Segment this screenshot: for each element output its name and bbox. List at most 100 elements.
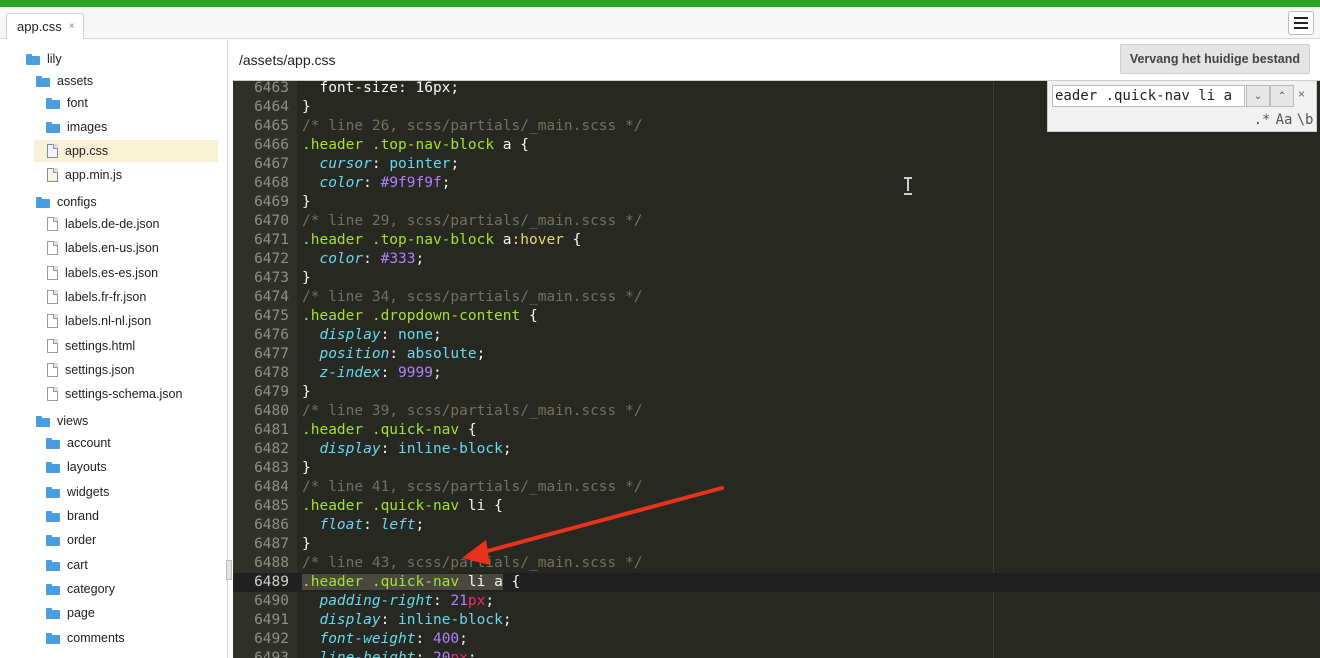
code-line[interactable]: 6487} xyxy=(233,535,1320,554)
code-line[interactable]: 6467 cursor: pointer; xyxy=(233,155,1320,174)
code-line[interactable]: 6483} xyxy=(233,459,1320,478)
regex-toggle[interactable]: .* xyxy=(1252,110,1272,130)
code-line[interactable]: 6471 .header .top-nav-block a:hover { xyxy=(233,231,1320,250)
code-line[interactable]: 6475 .header .dropdown-content { xyxy=(233,307,1320,326)
tree-item-label: settings-schema.json xyxy=(65,387,183,401)
line-number: 6472 xyxy=(254,251,289,267)
tree-item-label: comments xyxy=(67,631,125,645)
file-item[interactable]: labels.es-es.json xyxy=(47,262,158,284)
line-number: 6475 xyxy=(254,308,289,324)
code-token: : xyxy=(432,593,451,609)
code-line[interactable]: 6493 line-height: 20px; xyxy=(233,649,1320,658)
code-text: } xyxy=(302,269,311,288)
code-line[interactable]: 6480 /* line 39, scss/partials/_main.scss… xyxy=(233,402,1320,421)
code-line[interactable]: 6477 position: absolute; xyxy=(233,345,1320,364)
folder-item[interactable]: assets xyxy=(36,70,93,92)
hamburger-icon[interactable] xyxy=(1288,11,1314,35)
code-line[interactable]: 6468 color: #9f9f9f; xyxy=(233,174,1320,193)
code-token: /* line 39, scss/partials/_main.scss */ xyxy=(302,403,643,419)
line-number: 6480 xyxy=(254,403,289,419)
tree-item-label: assets xyxy=(57,74,94,88)
folder-item[interactable]: comments xyxy=(46,627,125,649)
file-item[interactable]: app.css xyxy=(34,140,218,162)
code-editor[interactable]: 6463 font-size: 16px; 6464} 6465 /* line 26… xyxy=(233,81,1320,658)
line-number: 6491 xyxy=(254,612,289,628)
folder-item[interactable]: widgets xyxy=(46,481,109,503)
code-token: a xyxy=(502,137,512,153)
code-line[interactable]: 6489 .header .quick-nav li a { xyxy=(233,573,1320,592)
line-number: 6485 xyxy=(254,498,289,514)
code-line[interactable]: 6476 display: none; xyxy=(233,326,1320,345)
folder-item[interactable]: cart xyxy=(46,554,88,576)
folder-item[interactable]: images xyxy=(46,116,107,138)
tab-label: app.css xyxy=(17,19,62,34)
file-item[interactable]: labels.nl-nl.json xyxy=(47,310,151,332)
code-token: /* line 41, scss/partials/_main.scss */ xyxy=(302,479,643,495)
file-item[interactable]: app.min.js xyxy=(47,164,122,186)
code-line[interactable]: 6481 .header .quick-nav { xyxy=(233,421,1320,440)
file-item[interactable]: settings-schema.json xyxy=(47,383,182,405)
folder-item[interactable]: account xyxy=(46,432,111,454)
tab-app-css[interactable]: app.css × xyxy=(6,13,84,39)
line-number: 6468 xyxy=(254,175,289,191)
file-item[interactable]: labels.en-us.json xyxy=(47,237,159,259)
code-text: font-size: 16px; xyxy=(302,81,459,98)
folder-icon xyxy=(46,559,60,571)
folder-item[interactable]: brand xyxy=(46,505,99,527)
line-number: 6489 xyxy=(254,574,289,590)
tab-close-icon[interactable]: × xyxy=(69,21,75,32)
line-number: 6483 xyxy=(254,460,289,476)
file-item[interactable]: labels.fr-fr.json xyxy=(47,286,146,308)
file-item[interactable]: labels.de-de.json xyxy=(47,213,160,235)
whole-word-toggle[interactable]: \b xyxy=(1295,110,1315,130)
folder-item[interactable]: page xyxy=(46,602,95,624)
code-line[interactable]: 6478 z-index: 9999; xyxy=(233,364,1320,383)
folder-item[interactable]: category xyxy=(46,578,115,600)
code-line[interactable]: 6488 /* line 43, scss/partials/_main.scss… xyxy=(233,554,1320,573)
replace-file-button[interactable]: Vervang het huidige bestand xyxy=(1119,44,1310,74)
code-line[interactable]: 6484 /* line 41, scss/partials/_main.scss… xyxy=(233,478,1320,497)
line-number: 6476 xyxy=(254,327,289,343)
code-line[interactable]: 6469} xyxy=(233,193,1320,212)
code-line[interactable]: 6486 float: left; xyxy=(233,516,1320,535)
code-token: .header .quick-nav xyxy=(302,422,460,438)
search-input[interactable]: eader .quick-nav li a xyxy=(1052,85,1245,107)
find-previous-icon[interactable]: ⌃ xyxy=(1270,85,1294,107)
code-line[interactable]: 6485 .header .quick-nav li { xyxy=(233,497,1320,516)
folder-item[interactable]: order xyxy=(46,529,96,551)
code-token: : xyxy=(380,365,399,381)
code-line[interactable]: 6479} xyxy=(233,383,1320,402)
code-line[interactable]: 6466 .header .top-nav-block a { xyxy=(233,136,1320,155)
folder-item[interactable]: font xyxy=(46,92,88,114)
file-item[interactable]: settings.html xyxy=(47,335,135,357)
code-line[interactable]: 6472 color: #333; xyxy=(233,250,1320,269)
folder-item[interactable]: layouts xyxy=(46,456,107,478)
folder-item[interactable]: lily xyxy=(26,48,62,70)
code-line[interactable]: 6482 display: inline-block; xyxy=(233,440,1320,459)
code-line[interactable]: 6470 /* line 29, scss/partials/_main.scss… xyxy=(233,212,1320,231)
code-token: } xyxy=(302,270,311,286)
search-close-icon[interactable]: × xyxy=(1298,87,1305,101)
find-next-icon[interactable]: ⌄ xyxy=(1246,85,1270,107)
code-text: z-index: 9999; xyxy=(302,364,441,383)
file-item[interactable]: settings.json xyxy=(47,359,134,381)
code-token: .header .top-nav-block xyxy=(302,137,503,153)
folder-item[interactable]: configs xyxy=(36,191,97,213)
code-text: } xyxy=(302,98,311,117)
code-line[interactable]: 6473} xyxy=(233,269,1320,288)
code-line[interactable]: 6474 /* line 34, scss/partials/_main.scss… xyxy=(233,288,1320,307)
code-line[interactable]: 6491 display: inline-block; xyxy=(233,611,1320,630)
line-number: 6477 xyxy=(254,346,289,362)
code-line[interactable]: 6490 padding-right: 21px; xyxy=(233,592,1320,611)
code-text: /* line 29, scss/partials/_main.scss */ xyxy=(302,212,642,231)
folder-icon xyxy=(26,53,40,65)
folder-item[interactable]: views xyxy=(36,410,88,432)
code-token: display xyxy=(319,327,381,343)
case-sensitive-toggle[interactable]: Aa xyxy=(1273,110,1295,130)
code-token: /* line 43, scss/partials/_main.scss */ xyxy=(302,555,643,571)
code-line[interactable]: 6492 font-weight: 400; xyxy=(233,630,1320,649)
line-number: 6471 xyxy=(254,232,289,248)
sidebar-resize-handle[interactable] xyxy=(226,560,232,580)
